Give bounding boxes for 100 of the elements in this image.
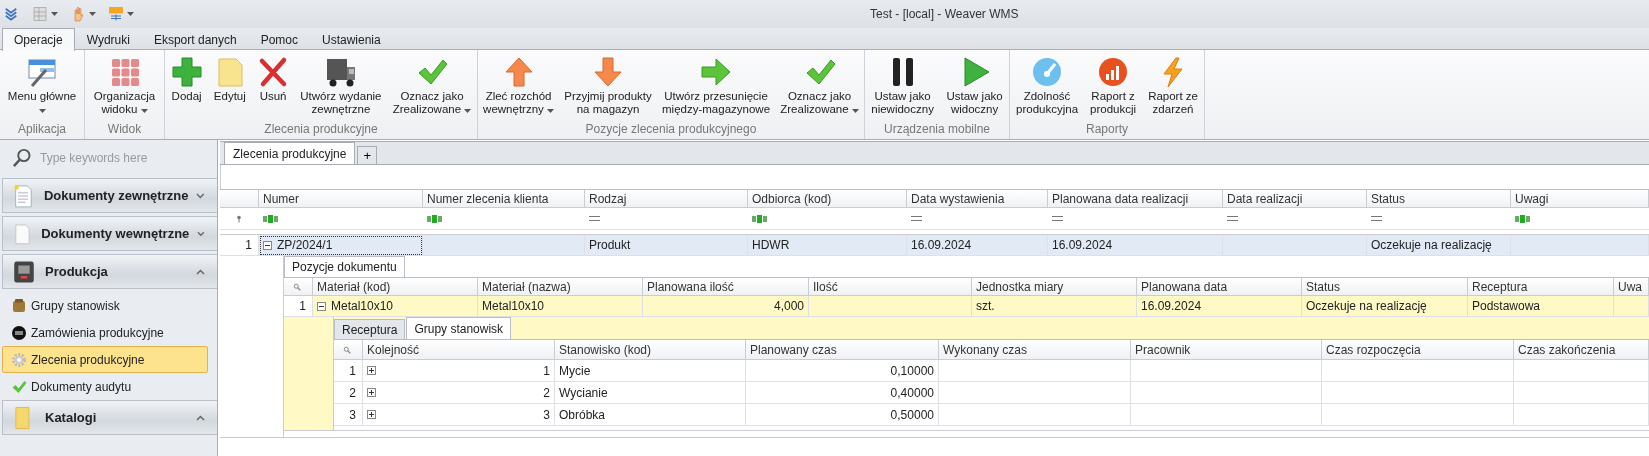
table-row[interactable]: 3 3 Obróbka 0,50000 — [334, 404, 1649, 426]
sidebar-item[interactable]: Grupy stanowisk — [2, 292, 208, 319]
expand-icon[interactable] — [367, 388, 376, 397]
table-cell: 16.09.2024 — [1141, 299, 1202, 313]
row-number: 1 — [284, 296, 313, 317]
equals-icon — [1052, 216, 1063, 221]
ribbon-tab[interactable]: Wydruki — [74, 28, 142, 50]
ribbon-button[interactable]: Oznacz jako Zrealizowane — [389, 56, 475, 118]
search-icon — [343, 345, 351, 354]
truck-icon — [324, 56, 357, 88]
caret-icon — [140, 109, 148, 113]
group-caption: Raporty — [1086, 122, 1128, 138]
pin-icon — [234, 213, 243, 224]
column-header[interactable]: Uwagi — [1511, 190, 1649, 208]
coin-icon — [11, 324, 27, 341]
ribbon-button[interactable]: Usuń — [254, 56, 293, 118]
column-header[interactable]: Planowany czas — [746, 340, 939, 360]
expand-icon[interactable] — [367, 366, 376, 375]
table-row[interactable]: 2 2 Wycianie 0,40000 — [334, 382, 1649, 404]
ribbon-button[interactable]: Menu główne — [4, 56, 80, 118]
column-header[interactable]: Numer zlecenia klienta — [423, 190, 585, 208]
ribbon-button[interactable]: Ustaw jako widoczny — [943, 56, 1006, 118]
table-cell: Oczekuje na realizację — [1306, 299, 1427, 313]
ribbon-button[interactable]: Zleć rozchód wewnętrzny — [480, 56, 558, 118]
sidebar-group-header[interactable]: Dokumenty zewnętrzne — [2, 178, 217, 213]
sidebar-group-header[interactable]: Katalogi — [2, 400, 217, 435]
machine-icon — [11, 258, 37, 285]
ribbon-button[interactable]: Utwórz przesunięcie między-magazynowe — [659, 56, 774, 118]
arrow-right-icon — [700, 56, 733, 88]
gauge-icon — [1031, 56, 1063, 88]
column-header[interactable]: Data realizacji — [1223, 190, 1367, 208]
column-header[interactable]: Planowana data realizacji — [1048, 190, 1223, 208]
search-icon — [12, 148, 32, 168]
row-number: 1 — [220, 235, 259, 256]
group-caption: Urządzenia mobilne — [883, 122, 991, 138]
collapse-icon[interactable] — [263, 240, 272, 250]
ribbon-tab[interactable]: Ustawienia — [310, 28, 393, 50]
window-title: Test - [local] - Weaver WMS — [870, 7, 1019, 21]
sidebar-group-header[interactable]: Produkcja — [2, 254, 217, 289]
caret-icon — [547, 109, 555, 113]
column-header[interactable]: Wykonany czas — [939, 340, 1131, 360]
detail-tab[interactable]: Grupy stanowisk — [406, 317, 512, 339]
sidebar-item[interactable]: Zamówienia produkcyjne — [2, 319, 208, 346]
check-icon — [11, 378, 27, 395]
text-filter-icon — [752, 214, 767, 223]
ribbon-button[interactable]: Ustaw jako niewidoczny — [868, 56, 937, 118]
ribbon-button[interactable]: Edytuj — [210, 56, 249, 118]
equals-icon — [1371, 216, 1382, 221]
ribbon-button[interactable]: Raport z produkcji — [1087, 56, 1140, 118]
column-header[interactable]: Rodzaj — [585, 190, 748, 208]
table-cell: ZP/2024/1 — [277, 238, 333, 252]
search-field[interactable]: Type keywords here — [38, 149, 202, 167]
arrow-down-icon — [592, 56, 625, 88]
caret-icon — [51, 12, 58, 16]
ribbon-button[interactable]: Utwórz wydanie zewnętrzne — [297, 56, 385, 118]
sidebar-group-header[interactable]: Dokumenty wewnętrzne — [2, 216, 217, 251]
add-tab-button[interactable]: + — [357, 146, 378, 164]
text-filter-icon — [427, 214, 442, 223]
ribbon-tab[interactable]: Pomoc — [248, 28, 310, 50]
ribbon-tab[interactable]: Eksport danych — [141, 28, 249, 50]
table-row[interactable]: 1 Metal10x10 Metal10x10 4,000 szt. 16.09.2024 Oczekuje na realizację Podstawowa — [284, 296, 1649, 317]
expand-icon[interactable] — [367, 410, 376, 419]
column-header[interactable]: Kolejność — [363, 340, 555, 360]
column-header[interactable]: Numer — [259, 190, 423, 208]
table-cell: 3 — [543, 407, 550, 422]
ribbon-button[interactable]: Oznacz jako Zrealizowane — [777, 56, 862, 118]
sidebar-item[interactable]: Dokumenty audytu — [2, 373, 208, 400]
chart-icon — [1097, 56, 1130, 88]
row-number: 1 — [334, 360, 363, 382]
table-row[interactable]: 1 ZP/2024/1 Produkt HDWR 16.09.2024 16.09.2024 Oczekuje na realizację — [220, 235, 1649, 256]
detail-tab[interactable]: Pozycje dokumentu — [284, 256, 405, 277]
table-cell: Metal10x10 — [331, 299, 394, 313]
column-header[interactable]: Stanowisko (kod) — [555, 340, 746, 360]
caret-icon — [38, 109, 46, 113]
detail-tab[interactable]: Receptura — [334, 319, 406, 339]
table-row[interactable]: 1 1 Mycie 0,10000 — [334, 360, 1649, 382]
table-cell: 4,000 — [773, 299, 804, 313]
arrow-up-icon — [502, 56, 535, 88]
document-tab[interactable]: Zlecenia produkcyjne — [224, 142, 356, 164]
column-header[interactable]: Odbiorca (kod) — [748, 190, 907, 208]
column-header[interactable]: Pracownik — [1131, 340, 1322, 360]
column-header[interactable]: Status — [1367, 190, 1511, 208]
caret-icon — [127, 12, 134, 16]
ribbon-button[interactable]: Raport ze zdarzeń — [1145, 56, 1201, 118]
column-header[interactable]: Czas zakończenia — [1514, 340, 1649, 360]
sidebar-item[interactable]: Zlecenia produkcyjne — [2, 346, 208, 373]
column-header[interactable]: Czas rozpoczęcia — [1322, 340, 1514, 360]
ribbon-button[interactable]: Przyjmij produkty na magazyn — [561, 56, 655, 118]
column-header[interactable]: Data wystawienia — [907, 190, 1048, 208]
ribbon-button[interactable]: Zdolność produkcyjna — [1013, 56, 1082, 118]
ribbon-button[interactable]: Dodaj — [167, 56, 206, 118]
group-caption: Widok — [107, 122, 142, 138]
search-icon — [293, 282, 301, 291]
table-cell: 0,40000 — [890, 385, 934, 400]
collapse-icon[interactable] — [317, 301, 326, 311]
ribbon-button[interactable]: Organizacja widoku — [90, 56, 159, 118]
table-cell: 16.09.2024 — [1052, 238, 1113, 252]
ribbon-tab[interactable]: Operacje — [2, 28, 75, 51]
equals-icon — [1227, 216, 1238, 221]
table-cell: Oczekuje na realizację — [1371, 238, 1492, 252]
